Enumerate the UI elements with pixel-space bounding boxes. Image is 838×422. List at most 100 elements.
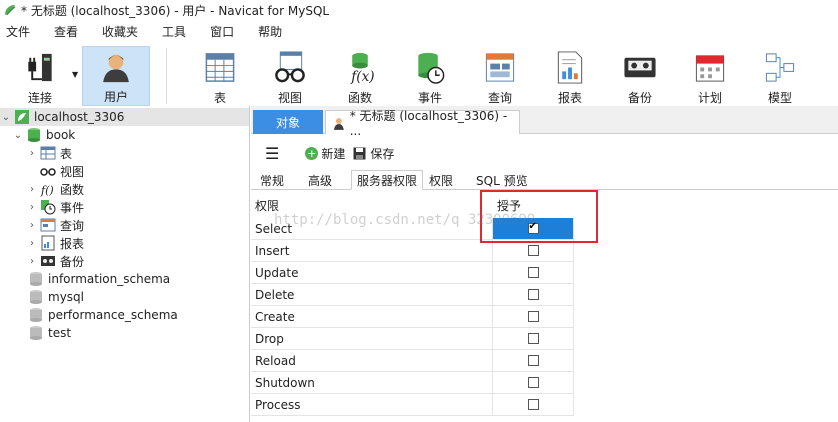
connect-dropdown-arrow-icon[interactable]: ▼ — [72, 70, 78, 79]
tab-privileges[interactable]: 权限 — [424, 170, 458, 190]
menu-tools[interactable]: 工具 — [156, 23, 196, 40]
collapse-arrow-icon[interactable]: › — [26, 184, 38, 195]
floppy-disk-icon — [353, 147, 366, 159]
function-icon: f() — [40, 184, 54, 197]
grant-checkbox[interactable] — [527, 399, 539, 410]
menu-view[interactable]: 查看 — [48, 23, 88, 40]
watermark-text: http://blog.csdn.net/q 32300699 — [274, 212, 536, 228]
clock-db-icon — [418, 52, 445, 84]
table-row[interactable]: Process — [251, 394, 576, 416]
tree-db-label: performance_schema — [48, 308, 178, 322]
table-row[interactable]: Create — [251, 306, 576, 328]
tree-node-events[interactable]: › 事件 — [26, 198, 84, 216]
tree-node-label: 视图 — [60, 164, 85, 179]
tree-node-queries[interactable]: › 查询 — [26, 216, 84, 234]
view-label: 视图 — [277, 91, 302, 105]
database-icon — [30, 308, 42, 322]
menu-help[interactable]: 帮助 — [252, 23, 292, 40]
new-button[interactable]: + 新建 — [305, 145, 345, 162]
event-button[interactable]: 事件 — [402, 46, 458, 106]
grant-checkbox[interactable] — [527, 333, 539, 344]
database-icon — [30, 272, 42, 286]
privilege-name: Create — [251, 306, 493, 328]
tab-general[interactable]: 常规 — [255, 170, 289, 190]
menu-window[interactable]: 窗口 — [204, 23, 244, 40]
main-toolbar: 连接 ▼ 用户 表 视图 f(x) 函数 事件 查询 报表 备份 计划 模型 — [0, 44, 838, 106]
add-icon: + — [305, 146, 319, 160]
collapse-arrow-icon[interactable]: › — [26, 148, 38, 159]
menu-hamburger-icon[interactable]: ☰ — [265, 144, 279, 163]
document-tabs: 对象 * 无标题 (localhost_3306) - ... — [251, 106, 838, 138]
table-row[interactable]: Drop — [251, 328, 576, 350]
tree-db-mysql[interactable]: mysql — [26, 288, 84, 306]
collapse-arrow-icon[interactable]: › — [26, 256, 38, 267]
editor-toolbar: ☰ + 新建 保存 — [251, 138, 838, 168]
tab-user-editor[interactable]: * 无标题 (localhost_3306) - ... — [325, 109, 520, 138]
collapse-arrow-icon[interactable]: › — [26, 220, 38, 231]
privilege-name: Shutdown — [251, 372, 493, 394]
tree-db-book-label: book — [46, 128, 76, 142]
grant-cell — [493, 262, 574, 284]
navicat-logo-icon — [5, 5, 16, 16]
view-button[interactable]: 视图 — [262, 46, 318, 106]
table-icon — [40, 146, 56, 160]
glasses-icon — [40, 168, 56, 176]
tree-node-reports[interactable]: › 报表 — [26, 234, 84, 252]
tree-db-information-schema[interactable]: information_schema — [26, 270, 170, 288]
tab-objects[interactable]: 对象 — [253, 110, 323, 134]
tab-advanced[interactable]: 高级 — [303, 170, 337, 190]
tab-sql-preview[interactable]: SQL 预览 — [471, 170, 533, 190]
tree-db-book[interactable]: ⌄ book — [12, 126, 75, 144]
tree-db-performance-schema[interactable]: performance_schema — [26, 306, 178, 324]
grant-cell — [493, 240, 574, 262]
report-label: 报表 — [557, 91, 582, 105]
backup-button[interactable]: 备份 — [612, 46, 668, 106]
tree-node-backups[interactable]: › 备份 — [26, 252, 84, 270]
plug-icon — [28, 53, 52, 82]
menu-bar: 文件 查看 收藏夹 工具 窗口 帮助 — [0, 20, 838, 42]
report-button[interactable]: 报表 — [542, 46, 598, 106]
table-row[interactable]: Update — [251, 262, 576, 284]
table-row[interactable]: Delete — [251, 284, 576, 306]
grant-checkbox[interactable] — [527, 377, 539, 388]
function-button[interactable]: f(x) 函数 — [332, 46, 388, 106]
user-button[interactable]: 用户 — [82, 46, 150, 106]
tree-node-tables[interactable]: › 表 — [26, 144, 72, 162]
grant-checkbox[interactable] — [527, 311, 539, 322]
user-icon — [333, 117, 344, 130]
privilege-name: Delete — [251, 284, 493, 306]
tree-node-label: 报表 — [60, 236, 85, 251]
grant-checkbox[interactable] — [527, 289, 539, 300]
query-button[interactable]: 查询 — [472, 46, 528, 106]
collapse-arrow-icon[interactable]: › — [26, 238, 38, 249]
tree-db-test[interactable]: test — [26, 324, 71, 342]
table-button[interactable]: 表 — [192, 46, 248, 106]
grant-checkbox[interactable] — [527, 245, 539, 256]
grant-cell — [493, 284, 574, 306]
table-row[interactable]: Insert — [251, 240, 576, 262]
toolbar-divider — [166, 48, 167, 104]
connection-icon — [15, 110, 29, 124]
tree-connection[interactable]: ⌄ localhost_3306 — [0, 108, 249, 126]
schedule-button[interactable]: 计划 — [682, 46, 738, 106]
backup-label: 备份 — [627, 91, 652, 105]
glasses-icon — [275, 51, 305, 83]
menu-favorites[interactable]: 收藏夹 — [96, 23, 148, 40]
collapse-arrow-icon[interactable]: › — [26, 202, 38, 213]
tree-node-functions[interactable]: › f() 函数 — [26, 180, 84, 198]
grant-checkbox[interactable] — [527, 355, 539, 366]
menu-file[interactable]: 文件 — [0, 23, 40, 40]
table-row[interactable]: Reload — [251, 350, 576, 372]
tab-server-privileges[interactable]: 服务器权限 — [351, 170, 424, 190]
expand-arrow-icon[interactable]: ⌄ — [0, 112, 12, 123]
connect-button[interactable]: 连接 — [10, 46, 70, 106]
editor-pane: 对象 * 无标题 (localhost_3306) - ... ☰ + 新建 保… — [251, 106, 838, 422]
table-row[interactable]: Shutdown — [251, 372, 576, 394]
tree-connection-label: localhost_3306 — [34, 110, 125, 124]
save-button[interactable]: 保存 — [353, 145, 394, 162]
expand-arrow-icon[interactable]: ⌄ — [12, 130, 24, 141]
model-button[interactable]: 模型 — [752, 46, 808, 106]
grant-checkbox[interactable] — [527, 267, 539, 278]
tree-db-label: information_schema — [48, 272, 171, 286]
tree-node-views[interactable]: 视图 — [38, 162, 84, 180]
